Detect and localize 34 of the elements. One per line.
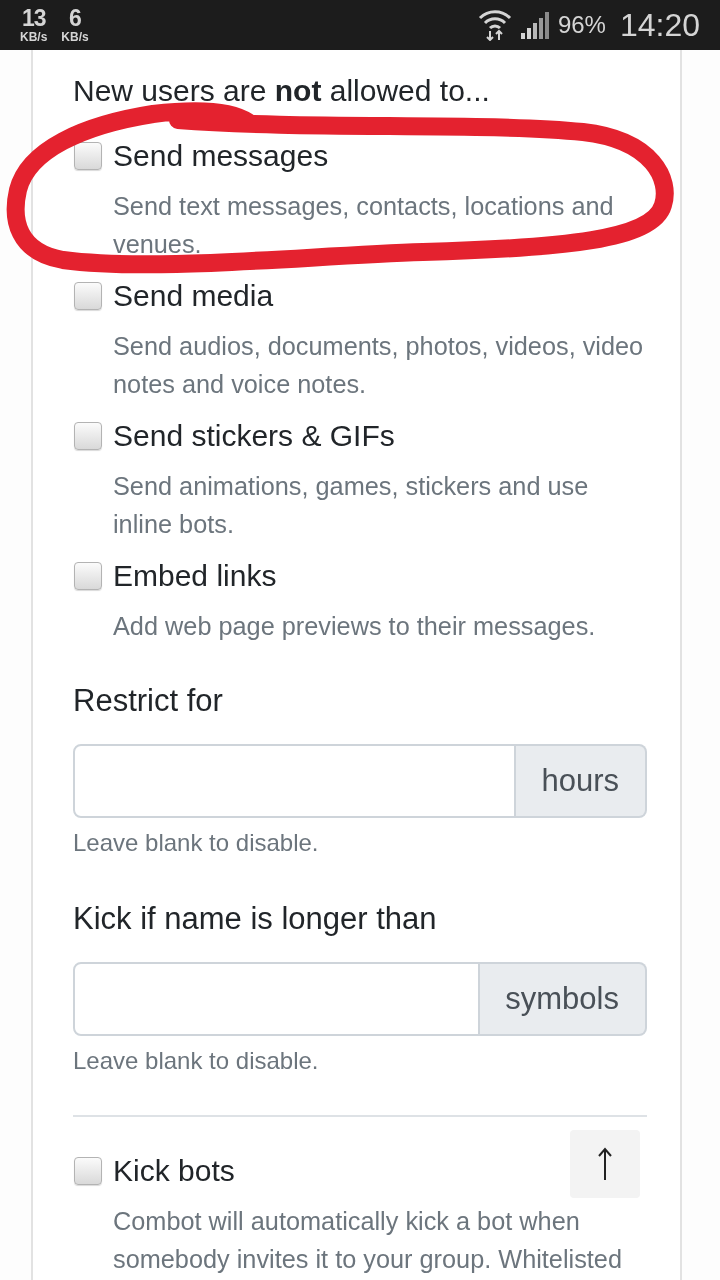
option-label[interactable]: Kick bots — [113, 1150, 235, 1192]
option-description: Add web page previews to their messages. — [112, 611, 597, 642]
scroll-top-button[interactable] — [570, 1130, 640, 1198]
option-description: Send animations, games, stickers and use inline bots. — [112, 471, 590, 540]
network-speed-unit: KB/s — [20, 31, 48, 43]
checkbox[interactable] — [74, 1157, 102, 1185]
up-arrow-icon — [597, 1147, 613, 1181]
network-speed-value: 13 — [21, 7, 46, 30]
network-speed-value: 6 — [69, 7, 81, 30]
help-text: Leave blank to disable. — [73, 828, 320, 858]
unit-addon: hours — [515, 744, 647, 818]
input-field[interactable] — [73, 744, 517, 818]
option-description: Send audios, documents, photos, videos, video notes and voice notes. — [112, 331, 645, 400]
battery-percentage: 96% — [557, 10, 606, 40]
option-label[interactable]: Send messages — [113, 135, 329, 177]
help-text: Leave blank to disable. — [73, 1046, 320, 1076]
option-label[interactable]: Send stickers & GIFs — [113, 415, 395, 457]
input-field[interactable] — [73, 962, 481, 1036]
checkbox[interactable] — [74, 282, 102, 310]
option-label[interactable]: Send media — [113, 275, 274, 317]
option-description: Send text messages, contacts, locations and venues. — [112, 191, 615, 260]
option-description: Combot will automatically kick a bot when somebody invites it to your group. Whitelisted — [112, 1206, 623, 1275]
checkbox[interactable] — [74, 142, 102, 170]
network-speed-unit: KB/s — [61, 31, 89, 43]
clock-time: 14:20 — [619, 6, 700, 45]
checkbox[interactable] — [74, 422, 102, 450]
option-label[interactable]: Embed links — [113, 555, 277, 597]
section-heading: New users are not allowed to... — [73, 73, 491, 109]
field-label: Kick if name is longer than — [73, 900, 438, 938]
field-label: Restrict for — [73, 682, 224, 720]
wifi-icon — [477, 9, 512, 41]
unit-addon: symbols — [479, 962, 647, 1036]
signal-icon — [519, 11, 552, 39]
checkbox[interactable] — [74, 562, 102, 590]
